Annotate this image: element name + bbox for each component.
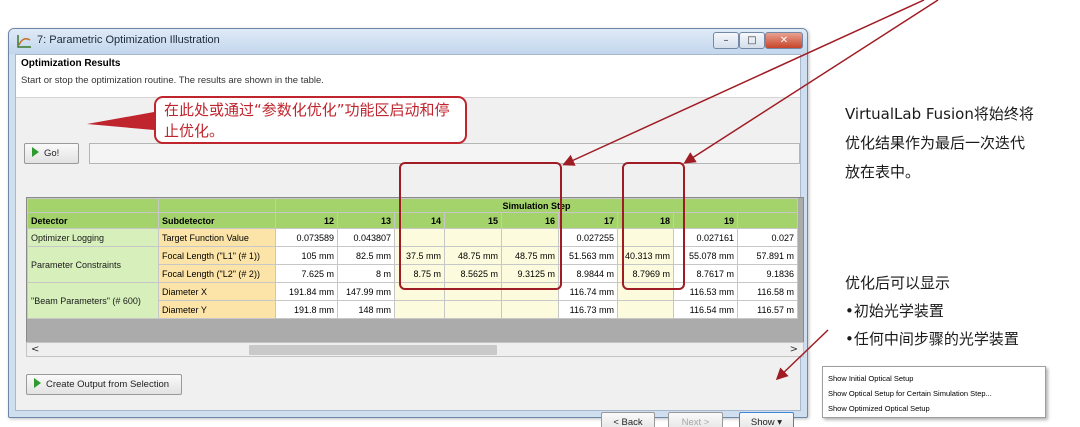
callout-line: 优化结果作为最后一次迭代 — [845, 134, 1026, 152]
bubble-pointer — [87, 112, 154, 130]
arrow-show — [775, 329, 829, 381]
callout-line: •任何中间步骤的光学装置 — [845, 330, 1019, 348]
callout-line: 优化后可以显示 — [845, 274, 951, 292]
callout-final-iteration: VirtualLab Fusion将始终将 优化结果作为最后一次迭代 放在表中。 — [845, 100, 1077, 187]
callout-line: 放在表中。 — [845, 163, 921, 181]
annotation-arrows — [87, 0, 939, 381]
callout-line: VirtualLab Fusion将始终将 — [845, 105, 1034, 123]
menu-item-step-setup[interactable]: Show Optical Setup for Certain Simulatio… — [823, 386, 1045, 401]
annotation-bubble: 在此处或通过“参数化优化”功能区启动和停止优化。 — [154, 96, 467, 144]
menu-item-initial-setup[interactable]: Show Initial Optical Setup — [823, 371, 1045, 386]
callout-line: •初始光学装置 — [845, 302, 944, 320]
menu-item-optimized-setup[interactable]: Show Optimized Optical Setup — [823, 401, 1045, 416]
show-menu: Show Initial Optical Setup Show Optical … — [822, 366, 1046, 418]
callout-show-options: 优化后可以显示 •初始光学装置 •任何中间步骤的光学装置 — [845, 269, 1077, 353]
